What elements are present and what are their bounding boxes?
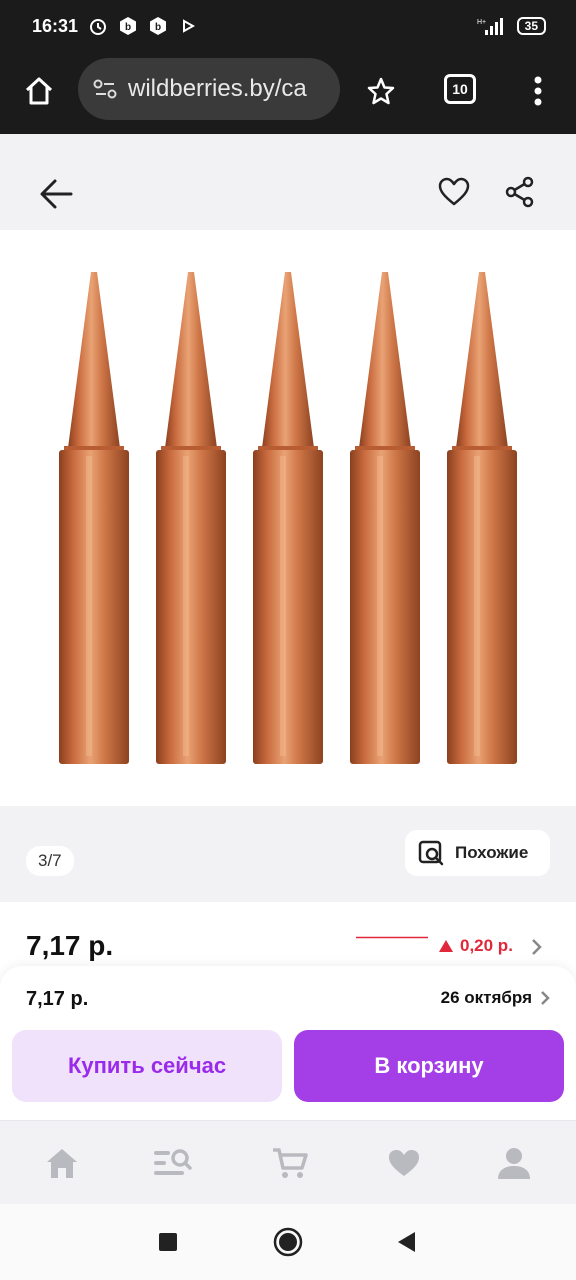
share-icon	[505, 176, 534, 208]
address-bar[interactable]: wildberries.by/ca	[78, 58, 340, 120]
panel-price: 7,17 р.	[26, 988, 89, 1010]
price-change[interactable]: 0,20 р.	[438, 936, 513, 956]
signal-icon: H+	[477, 16, 507, 36]
nav-profile[interactable]	[494, 1143, 534, 1183]
image-counter: 3/7	[26, 846, 74, 876]
browser-toolbar: wildberries.by/ca 10	[0, 56, 576, 134]
buy-now-button[interactable]: Купить сейчас	[12, 1030, 282, 1102]
share-button[interactable]	[500, 172, 540, 212]
status-time: 16:31	[32, 16, 79, 36]
bottom-navigation	[0, 1120, 576, 1204]
star-icon	[367, 77, 395, 105]
profile-icon	[498, 1148, 530, 1179]
recents-button[interactable]	[152, 1226, 184, 1258]
soldering-tip	[350, 272, 420, 764]
soldering-tip	[447, 272, 517, 764]
nav-home[interactable]	[42, 1143, 82, 1183]
purchase-panel: 7,17 р. 26 октября Купить сейчас В корзи…	[0, 966, 576, 1120]
similar-label: Похожие	[455, 843, 529, 862]
alarm-icon	[88, 16, 108, 36]
home-icon	[25, 77, 53, 105]
more-vert-icon	[534, 76, 542, 106]
svg-text:H+: H+	[477, 19, 486, 26]
chevron-right-icon	[541, 991, 550, 1005]
nav-favorites[interactable]	[384, 1143, 424, 1183]
catalog-search-icon	[154, 1149, 192, 1175]
site-settings-icon	[93, 79, 117, 99]
tabs-button[interactable]: 10	[444, 74, 476, 104]
delivery-date-text: 26 октября	[440, 988, 532, 1007]
back-arrow-icon	[40, 179, 73, 209]
system-navigation-bar	[0, 1204, 576, 1280]
similar-button[interactable]: Похожие	[405, 830, 550, 876]
soldering-tip	[59, 272, 129, 764]
price-strike-line	[356, 936, 428, 939]
back-triangle-icon	[398, 1232, 415, 1252]
browser-menu-button[interactable]	[520, 70, 556, 112]
soldering-tip	[156, 272, 226, 764]
battery-icon: 35	[516, 17, 546, 35]
browser-home-button[interactable]	[18, 70, 60, 112]
product-header	[0, 134, 576, 230]
system-home-button[interactable]	[272, 1226, 304, 1258]
status-notification-icons: b b	[88, 16, 198, 36]
soldering-tip	[253, 272, 323, 764]
price-up-triangle-icon	[439, 940, 453, 952]
nav-catalog[interactable]	[152, 1143, 192, 1183]
bookmark-button[interactable]	[360, 70, 402, 112]
heart-icon	[438, 177, 470, 206]
delivery-date[interactable]: 26 октября	[441, 988, 550, 1008]
b-badge-icon: b	[118, 16, 138, 36]
svg-text:b: b	[125, 22, 131, 33]
home-icon	[47, 1149, 77, 1178]
recents-icon	[159, 1233, 177, 1251]
gallery-controls: 3/7 Похожие	[0, 806, 576, 902]
back-button[interactable]	[34, 172, 78, 216]
favorites-icon	[389, 1150, 419, 1176]
url-text: wildberries.by/ca	[128, 75, 307, 102]
add-to-cart-button[interactable]: В корзину	[294, 1030, 564, 1102]
b-badge-icon: b	[148, 16, 168, 36]
favorite-button[interactable]	[434, 172, 474, 212]
product-price: 7,17 р.	[26, 930, 114, 961]
play-icon	[178, 16, 198, 36]
soldering-tips-illustration	[59, 272, 517, 764]
nav-cart[interactable]	[270, 1143, 310, 1183]
status-bar: 16:31 b b H+ 35	[0, 0, 576, 56]
system-back-button[interactable]	[390, 1226, 422, 1258]
chevron-right-icon	[532, 939, 542, 955]
price-change-value: 0,20 р.	[460, 936, 513, 955]
similar-search-icon	[418, 840, 444, 866]
cart-icon	[273, 1148, 308, 1178]
status-system-icons: H+ 35	[477, 16, 546, 36]
home-circle-icon	[273, 1227, 303, 1257]
svg-text:b: b	[155, 22, 161, 33]
product-image[interactable]	[0, 230, 576, 806]
